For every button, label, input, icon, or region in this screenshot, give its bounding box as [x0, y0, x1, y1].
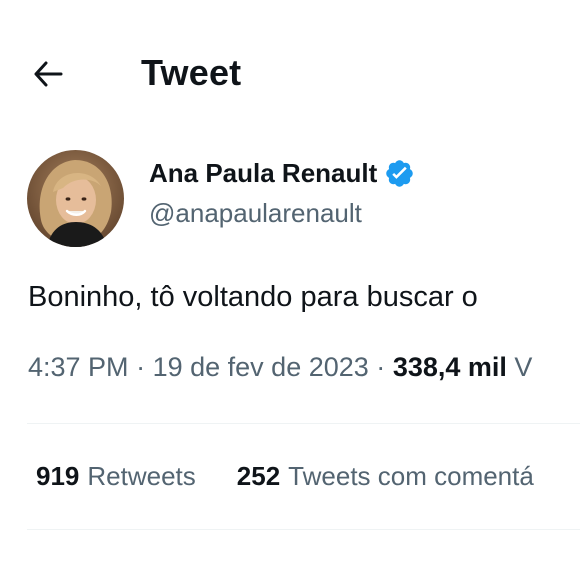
retweets-stat[interactable]: 919 Retweets — [36, 461, 196, 492]
author-display-name: Ana Paula Renault — [149, 158, 378, 188]
author-handle[interactable]: @anapaularenault — [149, 198, 362, 229]
tweet-time-link[interactable]: 4:37 PM · 19 de fev de 2023 — [28, 352, 369, 382]
arrow-left-icon — [34, 61, 63, 87]
retweets-count: 919 — [36, 461, 80, 491]
meta-separator: · — [136, 352, 146, 382]
top-bar: Tweet — [0, 0, 580, 140]
tweet-meta: 4:37 PM · 19 de fev de 2023 · 338,4 mil … — [28, 352, 532, 383]
avatar[interactable] — [27, 150, 124, 247]
views-label: V — [514, 352, 533, 382]
page-title: Tweet — [141, 52, 242, 93]
meta-separator-2: · — [376, 352, 386, 382]
back-button[interactable] — [26, 54, 70, 94]
quote-tweets-stat[interactable]: 252 Tweets com comentá — [237, 461, 534, 492]
avatar-photo — [27, 150, 124, 247]
tweet-stats: 919 Retweets 252 Tweets com comentá — [36, 461, 534, 492]
tweet-date: 19 de fev de 2023 — [152, 352, 369, 382]
tweet-time: 4:37 PM — [28, 352, 129, 382]
author-name-row[interactable]: Ana Paula Renault — [149, 158, 415, 189]
views-count: 338,4 mil — [392, 352, 507, 382]
tweet-text: Boninho, tô voltando para buscar o — [28, 281, 478, 313]
quote-tweets-label: Tweets com comentá — [288, 461, 534, 491]
divider — [27, 423, 580, 424]
quote-tweets-count: 252 — [236, 461, 281, 491]
divider — [27, 529, 580, 530]
verified-badge-icon — [384, 158, 415, 189]
retweets-label: Retweets — [87, 461, 196, 491]
